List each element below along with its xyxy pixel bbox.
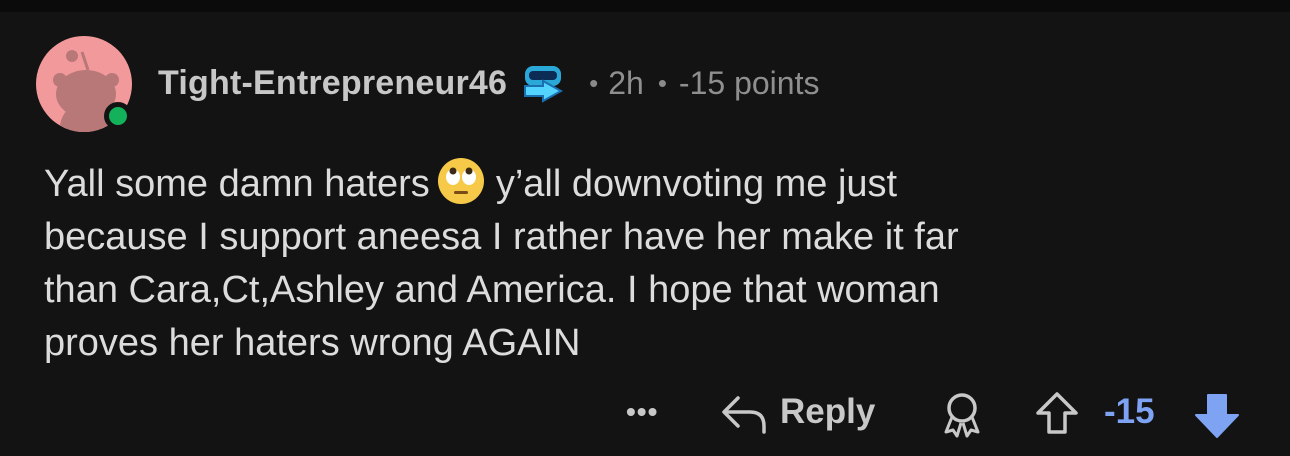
- comment-points: -15 points: [678, 64, 820, 101]
- upvote-icon[interactable]: [1034, 390, 1080, 436]
- comment-line: because I support aneesa I rather have h…: [44, 216, 959, 258]
- flair-icon: [521, 62, 565, 104]
- award-icon[interactable]: [938, 390, 986, 438]
- comment-meta: Tight-Entrepreneur46 • 2h • -15 points: [158, 62, 819, 104]
- reply-icon[interactable]: [720, 392, 768, 436]
- comment-line: proves her haters wrong AGAIN: [44, 322, 581, 364]
- online-status-icon: [104, 102, 132, 130]
- meta-separator: •: [589, 67, 599, 98]
- comment-body: Yall some damn haters y’all downvoting me…: [44, 156, 1224, 370]
- reply-button[interactable]: Reply: [780, 392, 875, 432]
- emoji-rolling-eyes-icon: [436, 156, 486, 206]
- comment-actions: ••• Reply -15: [0, 386, 1290, 442]
- meta-separator: •: [657, 67, 667, 98]
- comment-line: Yall some damn haters: [44, 163, 430, 205]
- comment-line: than Cara,Ct,Ashley and America. I hope …: [44, 269, 940, 311]
- comment-line: y’all downvoting me just: [495, 163, 898, 205]
- more-icon[interactable]: •••: [626, 396, 658, 428]
- comment-time: 2h: [608, 64, 644, 101]
- top-edge: [0, 0, 1290, 12]
- downvote-icon[interactable]: [1192, 390, 1242, 440]
- avatar[interactable]: [36, 36, 132, 132]
- vote-score: -15: [1104, 392, 1155, 431]
- username-link[interactable]: Tight-Entrepreneur46: [158, 64, 507, 103]
